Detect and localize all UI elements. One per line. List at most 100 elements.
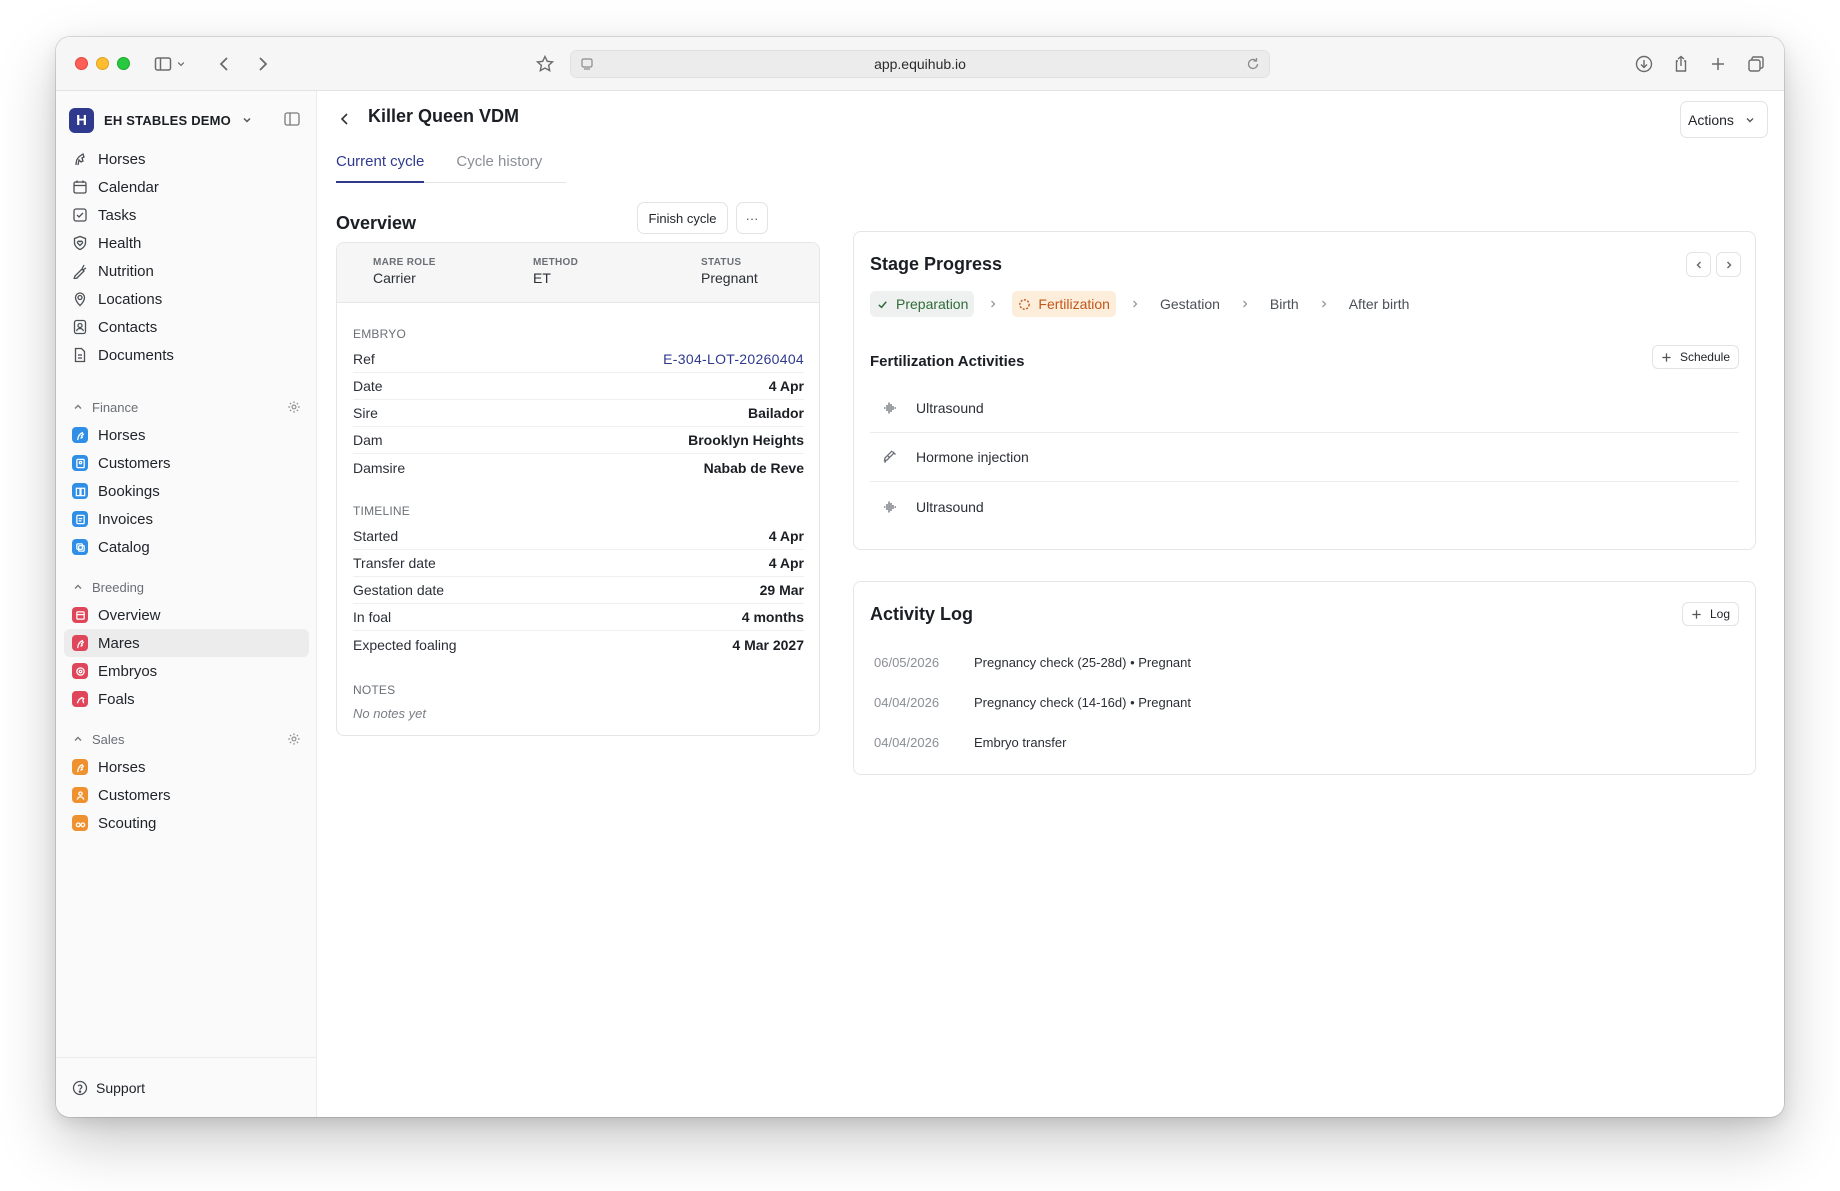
stage-label: After birth xyxy=(1348,296,1410,312)
checkbox-icon xyxy=(72,207,88,223)
sidebar-item-locations[interactable]: Locations xyxy=(64,285,309,313)
cycle-summary: MARE ROLE Carrier METHOD ET STATUS Pregn… xyxy=(337,243,819,303)
sidebar-item-finance-bookings[interactable]: Bookings xyxy=(64,477,309,505)
activity-label: Ultrasound xyxy=(916,400,984,416)
sidebar-item-horses[interactable]: Horses xyxy=(64,145,309,173)
log-entry[interactable]: 04/04/2026 Pregnancy check (14-16d) • Pr… xyxy=(874,692,1191,712)
sidebar-item-tasks[interactable]: Tasks xyxy=(64,201,309,229)
collapse-sidebar-icon[interactable] xyxy=(282,109,302,129)
gear-icon[interactable] xyxy=(287,732,301,746)
plus-icon xyxy=(1662,352,1671,362)
stage-after-birth[interactable]: After birth xyxy=(1343,291,1416,317)
sidebar-item-contacts[interactable]: Contacts xyxy=(64,313,309,341)
sidebar-item-label: Horses xyxy=(98,758,146,776)
activity-row[interactable]: Ultrasound xyxy=(870,384,1739,433)
finance-group-header[interactable]: Finance xyxy=(64,393,309,421)
plus-icon xyxy=(1692,609,1701,619)
back-nav-icon[interactable] xyxy=(212,51,238,77)
stage-label: Birth xyxy=(1269,296,1299,312)
finish-cycle-button[interactable]: Finish cycle xyxy=(637,202,728,234)
new-tab-icon[interactable] xyxy=(1705,51,1731,77)
sidebar-item-health[interactable]: Health xyxy=(64,229,309,257)
sales-group-header[interactable]: Sales xyxy=(64,725,309,753)
schedule-button[interactable]: Schedule xyxy=(1651,345,1739,369)
sidebar-item-breeding-mares[interactable]: Mares xyxy=(64,629,309,657)
activity-row[interactable]: Ultrasound xyxy=(870,482,1739,531)
tab-cycle-history[interactable]: Cycle history xyxy=(456,151,542,183)
stage-fertilization[interactable]: Fertilization xyxy=(1012,291,1116,317)
embryo-ref-link[interactable]: E-304-LOT-20260404 xyxy=(663,351,804,367)
stage-birth[interactable]: Birth xyxy=(1264,291,1305,317)
field-value: ET xyxy=(533,270,551,286)
stage-label: Gestation xyxy=(1159,296,1220,312)
chevron-up-icon xyxy=(74,584,82,589)
back-icon[interactable] xyxy=(337,111,353,127)
log-entry[interactable]: 06/05/2026 Pregnancy check (25-28d) • Pr… xyxy=(874,652,1191,672)
activity-log-card: Activity Log Log 06/05/2026 Pregnancy ch… xyxy=(853,581,1756,775)
row-key: Expected foaling xyxy=(353,636,457,653)
url-text[interactable]: app.equihub.io xyxy=(874,56,966,72)
chevron-up-icon xyxy=(74,736,82,741)
sidebar-item-breeding-overview[interactable]: Overview xyxy=(64,601,309,629)
horse-icon xyxy=(72,635,88,651)
sidebar-item-sales-scouting[interactable]: Scouting xyxy=(64,809,309,837)
sidebar-item-label: Foals xyxy=(98,690,135,708)
bookmark-star-icon[interactable] xyxy=(532,51,558,77)
org-switcher[interactable]: H EH STABLES DEMO xyxy=(69,106,253,134)
zoom-window-button[interactable] xyxy=(117,57,130,70)
chevron-left-icon xyxy=(1696,261,1701,268)
activity-row[interactable]: Hormone injection xyxy=(870,433,1739,482)
support-link[interactable]: Support xyxy=(56,1057,316,1117)
chevron-right-icon xyxy=(1726,261,1731,268)
forward-nav-icon[interactable] xyxy=(249,51,275,77)
next-stage-button[interactable] xyxy=(1716,252,1741,277)
row-value: Brooklyn Heights xyxy=(688,432,804,448)
stage-gestation[interactable]: Gestation xyxy=(1154,291,1226,317)
gear-icon[interactable] xyxy=(287,400,301,414)
share-icon[interactable] xyxy=(1668,51,1694,77)
sidebar-item-finance-horses[interactable]: Horses xyxy=(64,421,309,449)
sidebar-item-nutrition[interactable]: Nutrition xyxy=(64,257,309,285)
chevron-right-icon xyxy=(1133,300,1138,308)
site-settings-icon[interactable] xyxy=(580,57,594,71)
schedule-label: Schedule xyxy=(1679,350,1730,364)
breeding-group-header[interactable]: Breeding xyxy=(64,573,309,601)
actions-dropdown[interactable]: Actions xyxy=(1680,101,1768,138)
stage-progress-title: Stage Progress xyxy=(870,254,1003,274)
address-bar[interactable]: app.equihub.io xyxy=(570,50,1270,78)
previous-stage-button[interactable] xyxy=(1686,252,1711,277)
sidebar-item-finance-customers[interactable]: Customers xyxy=(64,449,309,477)
sidebar-item-sales-horses[interactable]: Horses xyxy=(64,753,309,781)
chevron-up-icon xyxy=(74,404,82,409)
sidebar-item-breeding-embryos[interactable]: Embryos xyxy=(64,657,309,685)
stage-stepper: Preparation Fertilization Gestation Birt… xyxy=(870,291,1415,317)
stage-preparation[interactable]: Preparation xyxy=(870,291,975,317)
close-window-button[interactable] xyxy=(75,57,88,70)
in-progress-icon xyxy=(1019,298,1031,310)
sidebar-item-sales-customers[interactable]: Customers xyxy=(64,781,309,809)
sidebar-item-breeding-foals[interactable]: Foals xyxy=(64,685,309,713)
status-field: STATUS Pregnant xyxy=(701,257,758,286)
tab-overview-icon[interactable] xyxy=(1743,51,1769,77)
sidebar-toggle-icon[interactable] xyxy=(150,51,176,77)
log-entry[interactable]: 04/04/2026 Embryo transfer xyxy=(874,732,1066,752)
more-options-button[interactable]: ··· xyxy=(736,202,768,234)
reload-icon[interactable] xyxy=(1245,56,1261,72)
sidebar-item-calendar[interactable]: Calendar xyxy=(64,173,309,201)
minimize-window-button[interactable] xyxy=(96,57,109,70)
sidebar-item-finance-invoices[interactable]: Invoices xyxy=(64,505,309,533)
row-value: 4 Mar 2027 xyxy=(732,636,804,653)
chevron-down-icon[interactable] xyxy=(174,51,188,77)
sidebar-item-label: Scouting xyxy=(98,814,157,832)
activities-title: Fertilization Activities xyxy=(870,353,1025,370)
field-value: Carrier xyxy=(373,270,416,286)
horse-icon xyxy=(72,427,88,443)
sidebar-item-finance-catalog[interactable]: Catalog xyxy=(64,533,309,561)
download-icon[interactable] xyxy=(1631,51,1657,77)
support-label: Support xyxy=(96,1079,146,1096)
add-log-button[interactable]: Log xyxy=(1681,602,1739,626)
sidebar-item-documents[interactable]: Documents xyxy=(64,341,309,369)
horse-icon xyxy=(72,759,88,775)
log-text: Pregnancy check (25-28d) • Pregnant xyxy=(974,654,1192,670)
tab-current-cycle[interactable]: Current cycle xyxy=(336,151,425,183)
